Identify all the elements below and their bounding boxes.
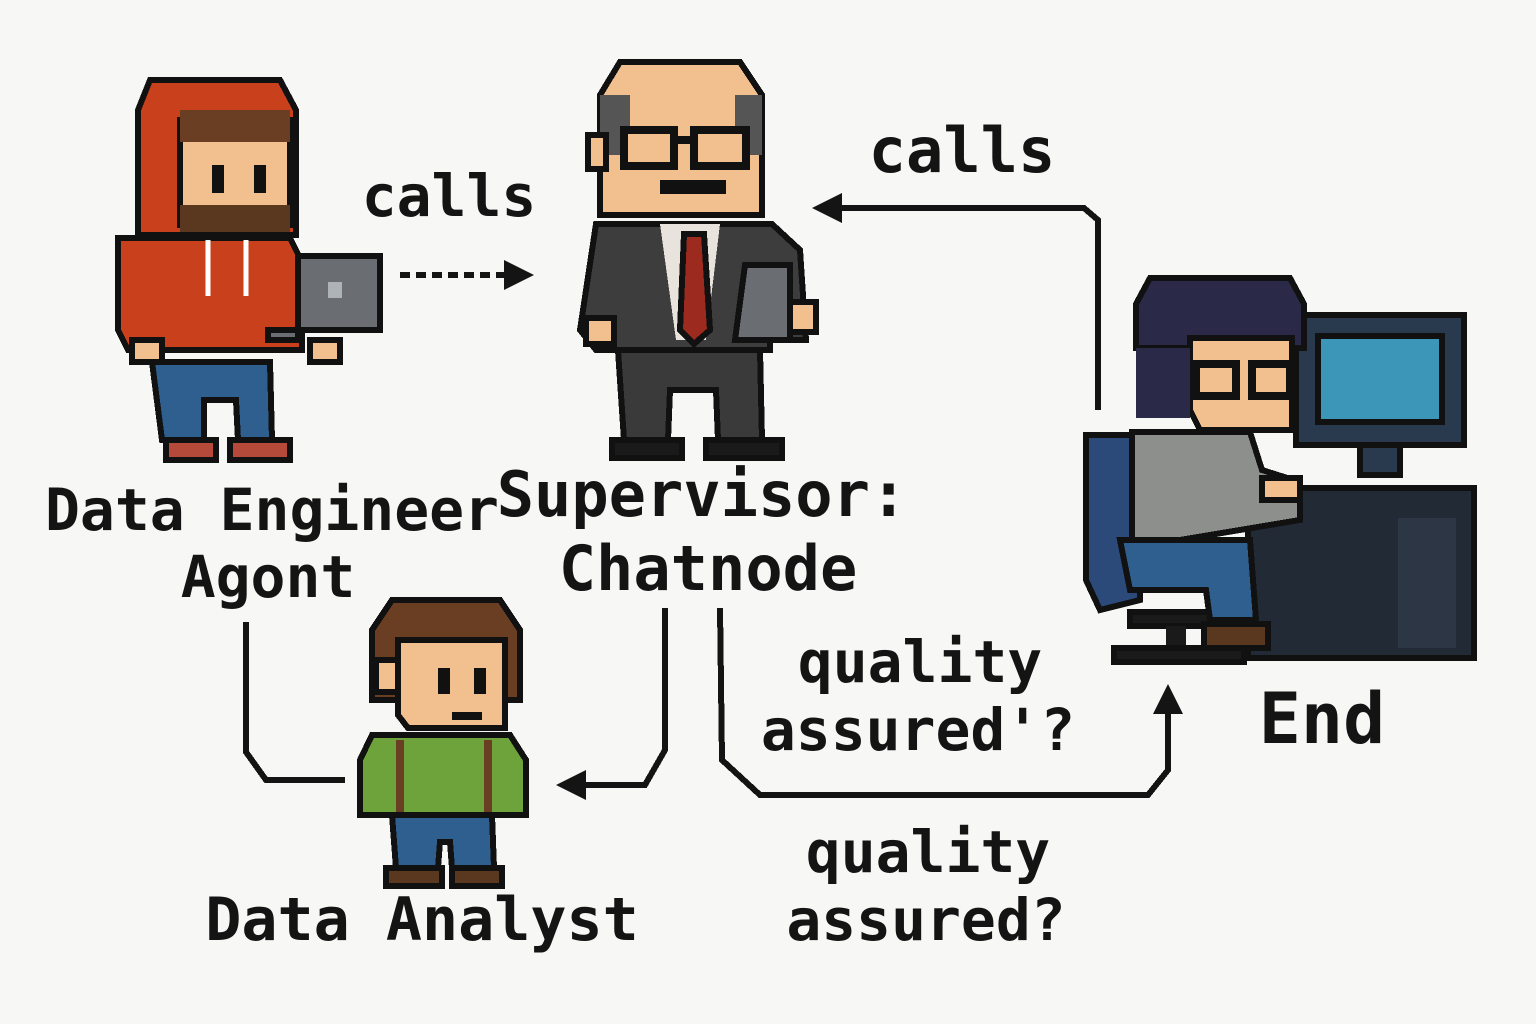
bald-supervisor-icon bbox=[576, 59, 819, 461]
edge-label-engineer-calls: calls bbox=[362, 162, 537, 230]
supervisor-label-line2: Chatnode bbox=[559, 532, 858, 605]
edge-end-to-supervisor bbox=[812, 193, 1101, 410]
note-quality-line1: quality bbox=[806, 818, 1050, 886]
edge-label-quality-line2: assured'? bbox=[761, 696, 1075, 764]
end-label: End bbox=[1259, 678, 1385, 760]
edge-engineer-to-analyst bbox=[243, 622, 345, 783]
analyst-icon bbox=[357, 597, 529, 889]
edge-supervisor-to-analyst bbox=[556, 608, 668, 800]
diagram-canvas: Data Engineer Agont Supervisor: Chatnode… bbox=[0, 0, 1536, 1024]
computer-user-icon bbox=[1083, 275, 1477, 665]
edge-label-quality-line1: quality bbox=[798, 628, 1042, 696]
data-engineer-label-line1: Data Engineer bbox=[45, 476, 499, 544]
note-quality-line2: assured? bbox=[786, 886, 1065, 954]
agent-flow-diagram: Data Engineer Agont Supervisor: Chatnode… bbox=[45, 59, 1477, 955]
hooded-engineer-icon bbox=[115, 77, 383, 463]
edge-label-end-calls: calls bbox=[869, 114, 1056, 187]
supervisor-label-line1: Supervisor: bbox=[497, 458, 908, 531]
data-engineer-label-line2: Agont bbox=[181, 543, 356, 611]
data-analyst-label: Data Analyst bbox=[205, 885, 638, 955]
